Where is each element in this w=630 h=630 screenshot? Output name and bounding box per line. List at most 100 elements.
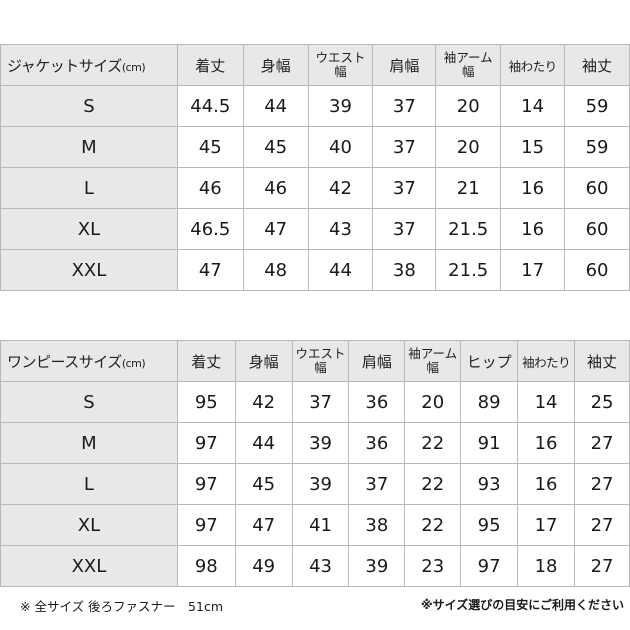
measurement-cell: 93 [460,463,519,505]
measurement-cell: 46 [242,167,309,209]
measurement-cell: 45 [242,126,309,168]
measurement-cell: 23 [404,545,462,587]
measurement-cell: 16 [517,422,576,464]
column-header: ウエスト幅 [291,340,350,382]
measurement-cell: 37 [372,126,437,168]
measurement-cell: 37 [372,167,437,209]
column-header: 肩幅 [372,44,437,86]
measurement-cell: 16 [500,167,566,209]
measurement-cell: 45 [234,463,293,505]
measurement-cell: 89 [460,381,519,423]
column-header: 身幅 [234,340,293,382]
zipper-note: ※ 全サイズ 後ろファスナー 51cm [20,599,224,614]
measurement-cell: 17 [500,249,566,291]
measurement-cell: 27 [574,545,630,587]
measurement-cell: 49 [234,545,293,587]
measurement-cell: 36 [348,381,406,423]
table-title: ワンピースサイズ(cm) [0,340,178,382]
measurement-cell: 22 [404,504,462,546]
column-header: 袖丈 [574,340,630,382]
measurement-cell: 20 [404,381,462,423]
column-header: 袖丈 [564,44,630,86]
measurement-cell: 39 [291,422,350,464]
unit-label: (cm) [121,60,146,74]
measurement-cell: 42 [307,167,374,209]
unit-label: (cm) [121,356,146,370]
measurement-cell: 97 [176,422,236,464]
column-header: 身幅 [242,44,309,86]
measurement-cell: 47 [234,504,293,546]
column-header: 袖アーム幅 [435,44,502,86]
measurement-cell: 16 [500,208,566,250]
jacket-size-table: ジャケットサイズ(cm) 着丈 身幅 ウエスト幅 肩幅 袖アーム幅 袖わたり 袖… [0,44,630,291]
table-row: XL 46.5 47 43 37 21.5 16 60 [0,208,630,250]
measurement-cell: 21.5 [435,249,502,291]
measurement-cell: 41 [291,504,350,546]
column-header: 肩幅 [348,340,406,382]
size-guide-note: ※サイズ選びの目安にご利用ください [420,598,624,612]
column-header: 袖わたり [517,340,576,382]
size-label: XL [0,208,178,250]
size-label: XL [0,504,178,546]
column-header: ヒップ [460,340,519,382]
measurement-cell: 25 [574,381,630,423]
measurement-cell: 97 [176,504,236,546]
measurement-cell: 22 [404,463,462,505]
column-header: 着丈 [176,44,244,86]
measurement-cell: 97 [176,463,236,505]
size-label: XXL [0,545,178,587]
measurement-cell: 21 [435,167,502,209]
measurement-cell: 38 [372,249,437,291]
measurement-cell: 91 [460,422,519,464]
measurement-cell: 37 [348,463,406,505]
measurement-cell: 14 [500,85,566,127]
table-row: S 44.5 44 39 37 20 14 59 [0,85,630,127]
measurement-cell: 37 [291,381,350,423]
measurement-cell: 18 [517,545,576,587]
measurement-cell: 17 [517,504,576,546]
measurement-cell: 37 [372,85,437,127]
measurement-cell: 45 [176,126,244,168]
size-label: L [0,167,178,209]
measurement-cell: 15 [500,126,566,168]
column-header: 袖わたり [500,44,566,86]
table-row: XXL 47 48 44 38 21.5 17 60 [0,249,630,291]
measurement-cell: 16 [517,463,576,505]
measurement-cell: 40 [307,126,374,168]
measurement-cell: 43 [307,208,374,250]
column-header: ウエスト幅 [307,44,374,86]
measurement-cell: 27 [574,422,630,464]
measurement-cell: 27 [574,463,630,505]
measurement-cell: 27 [574,504,630,546]
table-row: S 95 42 37 36 20 89 14 25 [0,381,630,423]
table-title-text: ワンピースサイズ [7,352,122,371]
measurement-cell: 59 [564,126,630,168]
onepiece-size-table: ワンピースサイズ(cm) 着丈 身幅 ウエスト幅 肩幅 袖アーム幅 ヒップ 袖わ… [0,340,630,587]
measurement-cell: 44.5 [176,85,244,127]
measurement-cell: 21.5 [435,208,502,250]
column-header: 着丈 [176,340,236,382]
measurement-cell: 44 [242,85,309,127]
table-row: M 45 45 40 37 20 15 59 [0,126,630,168]
measurement-cell: 39 [348,545,406,587]
column-header: 袖アーム幅 [404,340,462,382]
measurement-cell: 47 [242,208,309,250]
measurement-cell: 14 [517,381,576,423]
size-label: L [0,463,178,505]
measurement-cell: 43 [291,545,350,587]
measurement-cell: 98 [176,545,236,587]
measurement-cell: 44 [307,249,374,291]
size-label: M [0,126,178,168]
table-row: XL 97 47 41 38 22 95 17 27 [0,504,630,546]
table-title: ジャケットサイズ(cm) [0,44,178,86]
measurement-cell: 20 [435,126,502,168]
size-label: M [0,422,178,464]
measurement-cell: 38 [348,504,406,546]
table-row: L 46 46 42 37 21 16 60 [0,167,630,209]
table-header-row: ワンピースサイズ(cm) 着丈 身幅 ウエスト幅 肩幅 袖アーム幅 ヒップ 袖わ… [0,340,630,382]
measurement-cell: 36 [348,422,406,464]
measurement-cell: 60 [564,208,630,250]
size-label: S [0,85,178,127]
measurement-cell: 95 [460,504,519,546]
measurement-cell: 39 [291,463,350,505]
